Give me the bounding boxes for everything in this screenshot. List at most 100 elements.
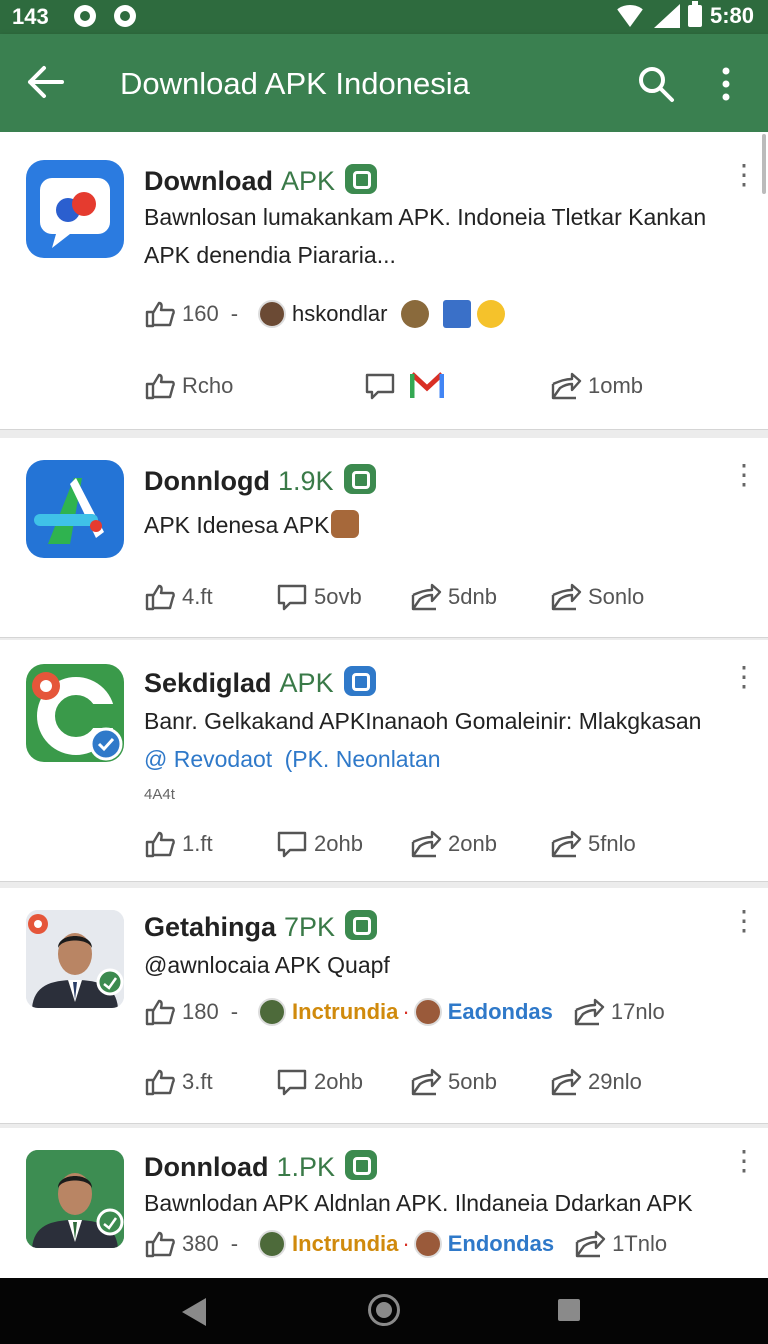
back-arrow-icon[interactable] [26,64,66,100]
avatar[interactable] [413,998,442,1026]
post-small-text: 4A4t [144,786,175,803]
avatar[interactable] [258,1230,287,1258]
post-title[interactable]: Donnload 1.PK [144,1150,378,1183]
post-menu-icon[interactable]: ⋮ [730,461,758,489]
author-link[interactable]: Endondas [448,1231,554,1257]
author-name[interactable]: hskondlar [292,301,387,327]
notification-icon [114,5,136,27]
meta-separator: - [230,1231,239,1256]
battery-icon [687,1,702,27]
repost-label: 5dnb [448,584,497,609]
nav-recents-icon[interactable] [558,1299,580,1321]
repost-button[interactable]: 5dnb [410,583,497,611]
post-description: @awnlocaia APK Quapf [144,952,390,978]
thumbs-up-icon [144,830,176,858]
post-card[interactable]: Donnload 1.PK ⋮ Bawnlodan APK Aldnlan APK… [0,1128,768,1278]
share-label: Sonlo [588,584,645,609]
app-bar: Download APK Indonesia [0,34,768,132]
profile-photo[interactable] [26,910,124,1008]
scrollbar[interactable] [762,134,766,194]
comment-label: 2ohb [314,831,363,856]
thumbs-up-icon [144,1068,176,1096]
share-icon [410,830,442,858]
meta-separator: - [230,999,239,1024]
repost-button[interactable]: 2onb [410,830,497,858]
like-button[interactable]: 4.ft [144,583,213,611]
post-feed[interactable]: Download APK ⋮ Bawnlosan lumakankam APK. … [0,132,768,1278]
status-bar: 143 5:80 [0,0,768,34]
post-description: Bawnlosan lumakankam APK. Indoneia Tletk… [144,204,707,268]
like-label: Rcho [182,373,234,398]
post-card[interactable]: Getahinga 7PK ⋮ @awnlocaia APK Quapf 180 … [0,888,768,1124]
comment-label: 2ohb [314,1069,363,1094]
post-menu-icon[interactable]: ⋮ [730,663,758,691]
post-card[interactable]: Download APK ⋮ Bawnlosan lumakankam APK. … [0,132,768,430]
nav-home-icon[interactable] [368,1294,400,1326]
thumbs-up-icon[interactable] [144,1230,176,1258]
verified-badge-icon [345,164,378,194]
post-menu-icon[interactable]: ⋮ [730,907,758,935]
book-icon [443,300,472,328]
tag-link[interactable]: (PK. Neonlatan [285,746,441,772]
smiley-icon [477,300,506,328]
post-meta: 380 - Inctrundia · Endondas 1Tnlo [144,1230,667,1258]
author-link[interactable]: Inctrundia [292,1231,398,1257]
author-link[interactable]: Eadondas [448,999,553,1025]
post-menu-icon[interactable]: ⋮ [730,161,758,189]
thumbs-up-icon [144,372,176,400]
post-title[interactable]: Donnlogd 1.9K [144,464,376,497]
emoji-icon [401,300,430,328]
avatar[interactable] [258,998,287,1026]
like-button[interactable]: Rcho [144,372,233,400]
share-icon [410,583,442,611]
post-menu-icon[interactable]: ⋮ [730,1147,758,1175]
meta-separator: - [230,301,239,326]
basket-icon [331,510,360,538]
like-button[interactable]: 3.ft [144,1068,213,1096]
more-options-icon[interactable] [714,64,738,104]
share-icon [550,372,582,400]
thumbs-up-icon[interactable] [144,300,176,328]
avatar[interactable] [413,1230,442,1258]
app-icon[interactable] [26,460,124,558]
share-label: 1omb [588,373,644,398]
share-button[interactable]: 5fnlo [550,830,636,858]
post-card[interactable]: Sekdiglad APK ⋮ Banr. Gelkakand APKInanao… [0,640,768,882]
share-button[interactable]: 1omb [550,372,643,400]
share-count: 1Tnlo [612,1231,668,1256]
author-link[interactable]: Inctrundia [292,999,398,1025]
share-label: 29nlo [588,1069,642,1094]
like-label: 4.ft [182,584,213,609]
share-button[interactable]: Sonlo [550,583,644,611]
like-label: 3.ft [182,1069,213,1094]
app-icon[interactable] [26,664,124,762]
comment-icon [276,830,308,858]
share-icon[interactable] [573,998,605,1026]
wifi-icon [613,5,646,27]
share-icon [550,583,582,611]
comment-button[interactable] [364,372,402,400]
mention-link[interactable]: @ Revodaot [144,746,272,772]
repost-button[interactable]: 5onb [410,1068,497,1096]
gmail-icon[interactable] [410,372,444,400]
app-icon[interactable] [26,160,124,258]
post-card[interactable]: Donnlogd 1.9K ⋮ APK Idenesa APK 4.ft 5ovb… [0,438,768,638]
verified-badge-icon [343,464,376,494]
thumbs-up-icon[interactable] [144,998,176,1026]
comment-button[interactable]: 2ohb [276,830,363,858]
share-icon [550,1068,582,1096]
comment-button[interactable]: 2ohb [276,1068,363,1096]
nav-back-icon[interactable] [182,1298,206,1326]
share-button[interactable]: 29nlo [550,1068,642,1096]
share-icon[interactable] [574,1230,606,1258]
like-count: 180 [182,999,219,1024]
status-time: 143 [12,4,49,29]
post-title[interactable]: Sekdiglad APK [144,666,376,699]
post-title[interactable]: Getahinga 7PK [144,910,378,943]
comment-button[interactable]: 5ovb [276,583,362,611]
avatar[interactable] [258,300,287,328]
search-icon[interactable] [636,64,676,104]
like-button[interactable]: 1.ft [144,830,213,858]
profile-photo[interactable] [26,1150,124,1248]
post-title[interactable]: Download APK [144,164,378,197]
